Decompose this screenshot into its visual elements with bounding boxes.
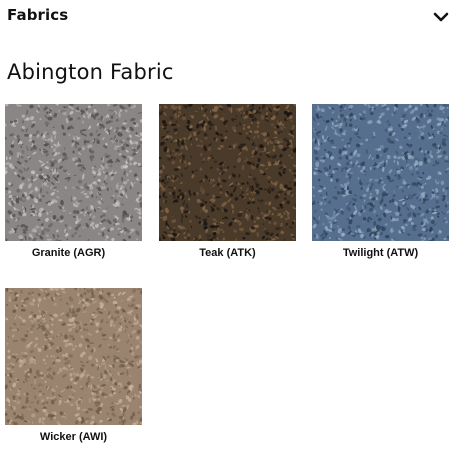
fabrics-accordion-header[interactable]: Fabrics xyxy=(0,0,453,34)
swatch-label: Teak (ATK) xyxy=(199,247,256,259)
chevron-down-icon[interactable] xyxy=(433,11,449,23)
swatch-card-twilight[interactable]: Twilight (ATW) xyxy=(312,104,449,259)
swatch-card-granite[interactable]: Granite (AGR) xyxy=(5,104,142,259)
swatch-image-teak[interactable] xyxy=(159,104,296,241)
swatch-label: Twilight (ATW) xyxy=(342,247,419,259)
swatch-label: Granite (AGR) xyxy=(31,247,106,259)
accordion-title: Fabrics xyxy=(7,6,69,24)
swatch-label: Wicker (AWI) xyxy=(39,431,108,443)
swatch-card-wicker[interactable]: Wicker (AWI) xyxy=(5,288,142,443)
section-title: Abington Fabric xyxy=(7,60,174,84)
swatch-card-teak[interactable]: Teak (ATK) xyxy=(159,104,296,259)
swatch-image-wicker[interactable] xyxy=(5,288,142,425)
swatch-image-granite[interactable] xyxy=(5,104,142,241)
swatch-image-twilight[interactable] xyxy=(312,104,449,241)
